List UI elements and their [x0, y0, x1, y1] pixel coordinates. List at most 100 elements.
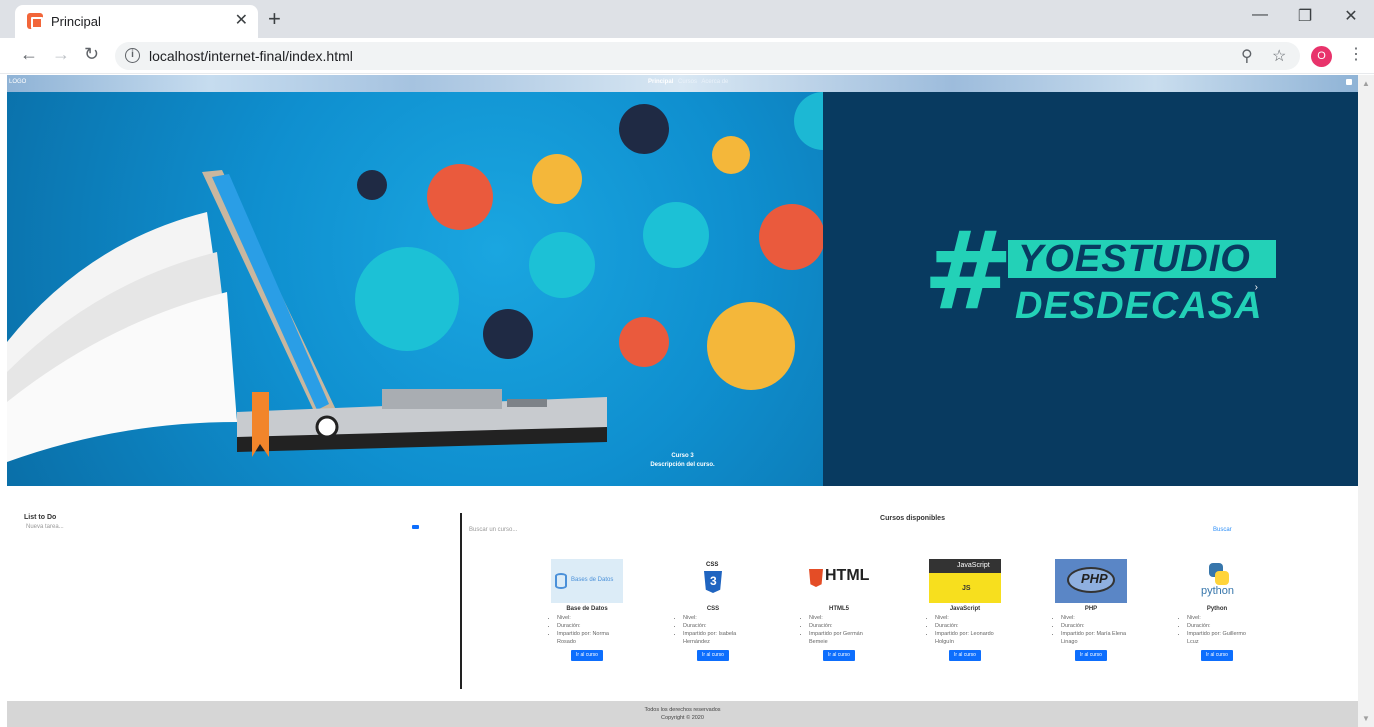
css-logo-text: CSS [706, 562, 719, 568]
carousel-slide-campaign: # YOESTUDIO DESDECASA › [823, 92, 1358, 486]
python-logo-image: python [1181, 559, 1253, 603]
course-name: HTML5 [829, 606, 849, 612]
page-viewport: LOGO Principal Cursos Acerca de # YOESTU… [7, 75, 1358, 727]
site-logo[interactable]: LOGO [9, 79, 26, 85]
course-level: Nivel: [557, 614, 629, 622]
go-to-course-button[interactable]: Ir al curso [697, 650, 729, 661]
browser-shield-icon [759, 204, 825, 270]
info-icon[interactable]: i [125, 48, 140, 63]
site-footer: Todos los derechos reservados Copyright … [7, 701, 1358, 727]
go-to-course-button[interactable]: Ir al curso [571, 650, 603, 661]
course-card-php: PHP PHP Nivel: Duración: Impartido por: … [1049, 559, 1133, 661]
carousel-caption-title: Curso 3 [671, 453, 694, 459]
certificate-icon [532, 154, 582, 204]
browser-tab[interactable]: Principal ✕ [15, 5, 258, 38]
chart-board-icon [427, 164, 493, 230]
cube-icon [357, 170, 387, 200]
tab-strip: Principal ✕ + — ❐ ✕ [0, 0, 1374, 38]
menu-dots-icon[interactable]: ⋮ [1348, 44, 1364, 64]
course-level: Nivel: [1061, 614, 1133, 622]
campaign-line1: YOESTUDIO [1018, 238, 1251, 280]
profile-avatar[interactable]: O [1311, 46, 1332, 67]
restore-button[interactable]: ❐ [1285, 6, 1325, 26]
course-instructor: Impartido por: Norma Rosado [557, 630, 629, 646]
course-card-html5: HTML HTML5 Nivel: Duración: Impartido po… [797, 559, 881, 661]
course-name: JavaScript [949, 606, 981, 612]
forward-arrow-icon[interactable]: → [52, 44, 70, 65]
code-icon [619, 317, 669, 367]
go-to-course-button[interactable]: Ir al curso [1075, 650, 1107, 661]
course-card-css: CSS 3 CSS Nivel: Duración: Impartido por… [671, 559, 755, 661]
php-logo-text: PHP [1081, 571, 1108, 586]
javascript-logo-image: JavaScript JS [929, 559, 1001, 603]
go-to-course-button[interactable]: Ir al curso [1201, 650, 1233, 661]
target-icon [643, 202, 709, 268]
gear-tools-icon [707, 302, 795, 390]
new-task-input[interactable]: Nueva tarea... [26, 524, 64, 530]
hashtag-symbol: # [923, 209, 1014, 334]
user-location-icon [619, 104, 669, 154]
course-duration: Duración: [557, 622, 629, 630]
course-card-javascript: JavaScript JS JavaScript Nivel: Duración… [923, 559, 1007, 661]
nav-link-cursos[interactable]: Cursos [678, 79, 697, 85]
graduation-monitor-icon [529, 232, 595, 298]
zoom-icon[interactable]: ⚲ [1241, 46, 1253, 66]
course-name: PHP [1084, 606, 1098, 612]
footer-copyright: Copyright © 2020 [661, 715, 704, 721]
close-tab-icon[interactable]: ✕ [235, 10, 248, 30]
course-details: Nivel: Duración: Impartido por: Isabela … [671, 614, 755, 646]
campaign-line2: DESDECASA [1015, 285, 1263, 327]
tab-title: Principal [51, 14, 101, 29]
add-task-button[interactable] [412, 525, 419, 529]
reload-icon[interactable]: ↻ [84, 44, 99, 65]
window-close-button[interactable]: ✕ [1331, 6, 1371, 26]
browser-toolbar: ← → ↻ i localhost/internet-final/index.h… [0, 38, 1374, 74]
course-details: Nivel: Duración: Impartido por: Leonardo… [923, 614, 1007, 646]
campaign-line1-banner: YOESTUDIO [1008, 238, 1276, 280]
courses-title: Cursos disponibles [880, 515, 945, 522]
section-divider [460, 513, 462, 689]
scroll-down-icon[interactable]: ▼ [1362, 714, 1370, 723]
back-arrow-icon[interactable]: ← [20, 44, 38, 65]
course-details: Nivel: Duración: Impartido por Germán Be… [797, 614, 881, 646]
css3-number-glyph: 3 [710, 574, 717, 588]
footer-rights: Todos los derechos reservados [644, 707, 721, 713]
database-logo-text: Bases de Datos [571, 577, 614, 583]
course-instructor: Impartido por: Isabela Hernández [683, 630, 755, 646]
course-details: Nivel: Duración: Impartido por: María El… [1049, 614, 1133, 646]
course-duration: Duración: [1061, 622, 1133, 630]
course-duration: Duración: [935, 622, 1007, 630]
address-bar[interactable]: i localhost/internet-final/index.html ⚲ … [115, 42, 1300, 70]
course-search-button[interactable]: Buscar [1213, 527, 1232, 533]
scroll-up-icon[interactable]: ▲ [1362, 79, 1370, 88]
new-tab-button[interactable]: + [268, 6, 281, 32]
css-logo-image: CSS 3 [677, 559, 749, 603]
go-to-course-button[interactable]: Ir al curso [949, 650, 981, 661]
minimize-button[interactable]: — [1240, 6, 1280, 24]
page-scrollbar[interactable]: ▲ ▼ [1358, 75, 1374, 727]
course-card-python: python Python Nivel: Duración: Impartido… [1175, 559, 1259, 661]
go-to-course-button[interactable]: Ir al curso [823, 650, 855, 661]
security-server-icon [355, 247, 459, 351]
php-logo-image: PHP [1055, 559, 1127, 603]
course-instructor: Impartido por: María Elena Linago [1061, 630, 1133, 646]
carousel-next-icon[interactable]: › [1255, 282, 1258, 293]
js-badge-glyph: JS [962, 585, 971, 592]
javascript-logo-text: JavaScript [957, 562, 990, 569]
nav-link-acerca[interactable]: Acerca de [701, 79, 728, 85]
course-duration: Duración: [809, 622, 881, 630]
navbar-toggle-icon[interactable] [1346, 79, 1352, 85]
site-nav-links: Principal Cursos Acerca de [648, 79, 731, 85]
nav-link-principal[interactable]: Principal [648, 79, 673, 85]
course-level: Nivel: [935, 614, 1007, 622]
bookmark-star-icon[interactable]: ☆ [1272, 46, 1286, 66]
course-search-input[interactable]: Buscar un curso... [469, 527, 517, 533]
site-navbar: LOGO Principal Cursos Acerca de [7, 75, 1358, 92]
course-instructor: Impartido por: Guillermo Lcuz [1187, 630, 1259, 646]
carousel-slide-laptop [7, 92, 852, 486]
database-icon [555, 573, 567, 589]
python-snake-yellow-icon [1215, 571, 1229, 585]
todo-panel: List to Do Nueva tarea... [24, 514, 419, 530]
url-text[interactable]: localhost/internet-final/index.html [149, 48, 353, 64]
course-level: Nivel: [809, 614, 881, 622]
